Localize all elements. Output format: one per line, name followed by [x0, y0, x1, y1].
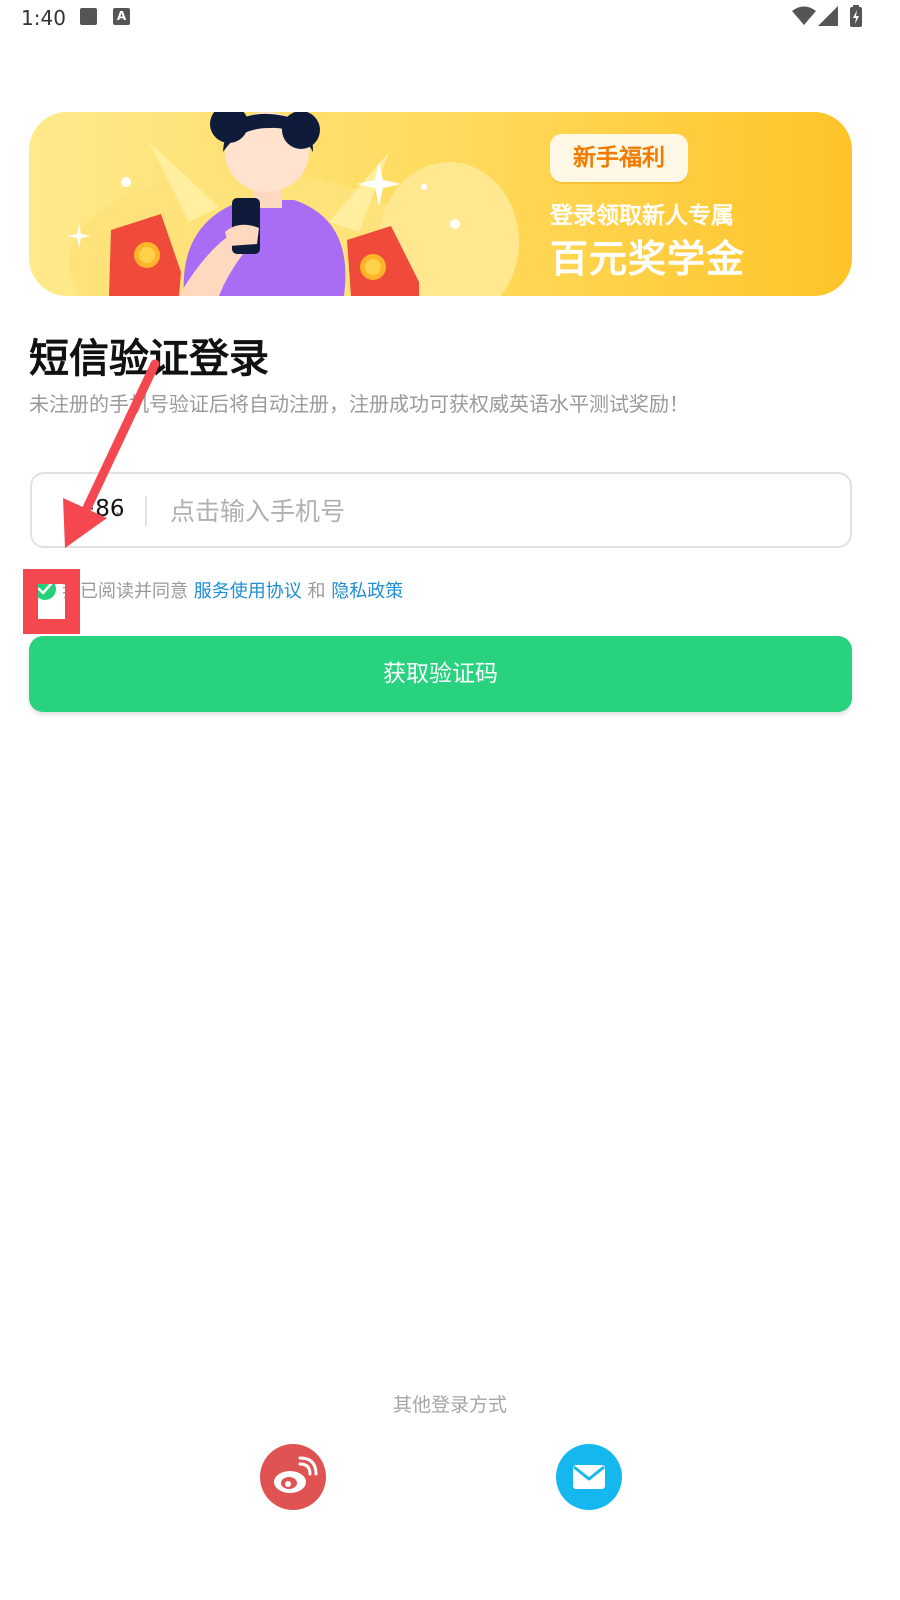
- agreement-text: 我已阅读并同意 服务使用协议 和 隐私政策: [62, 577, 403, 603]
- signal-icon: [818, 6, 838, 26]
- get-code-button[interactable]: 获取验证码: [29, 636, 852, 712]
- mail-login-button[interactable]: [556, 1444, 622, 1510]
- mail-icon: [573, 1465, 605, 1489]
- banner-subtitle: 登录领取新人专属: [550, 203, 734, 229]
- status-time: 1:40: [21, 6, 66, 30]
- weibo-login-button[interactable]: [260, 1444, 326, 1510]
- banner-headline: 百元奖学金: [550, 237, 746, 281]
- annotation-highlight-box: [23, 569, 80, 634]
- status-bar: 1:40 A: [0, 0, 900, 38]
- promo-banner[interactable]: 新手福利 登录领取新人专属 百元奖学金: [29, 112, 852, 296]
- wifi-icon: [792, 6, 816, 25]
- banner-illustration: [67, 112, 519, 296]
- phone-number-input[interactable]: [170, 488, 830, 534]
- banner-badge: 新手福利: [550, 134, 688, 182]
- image-notification-icon: [80, 8, 97, 25]
- agreement-and: 和: [307, 581, 326, 602]
- weibo-icon: [274, 1456, 318, 1493]
- a-notification-icon: A: [113, 8, 130, 25]
- annotation-arrow: [63, 359, 160, 548]
- other-login-label: 其他登录方式: [392, 1394, 507, 1416]
- battery-icon: [850, 5, 862, 27]
- privacy-link[interactable]: 隐私政策: [331, 581, 403, 602]
- terms-link[interactable]: 服务使用协议: [194, 581, 302, 602]
- agreement-prefix: 我已阅读并同意: [62, 581, 188, 602]
